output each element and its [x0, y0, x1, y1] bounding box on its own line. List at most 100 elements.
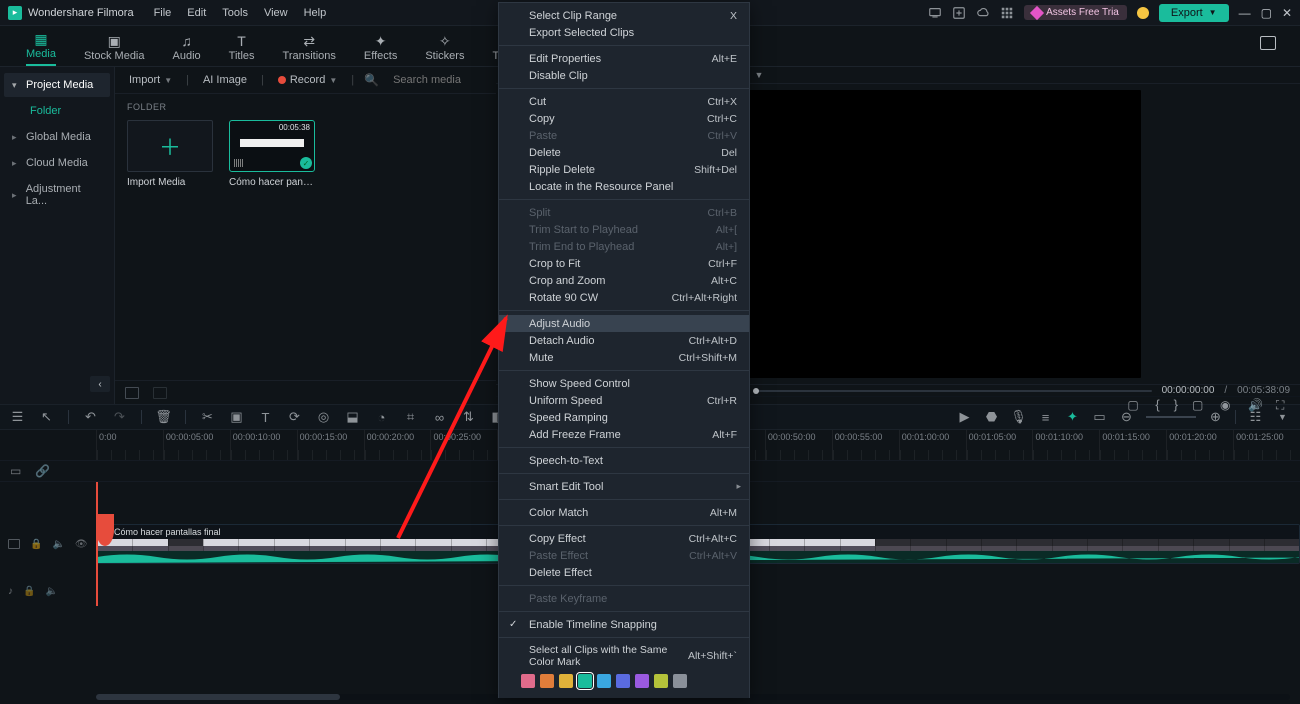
sidebar-project-media[interactable]: ▾Project Media [4, 73, 110, 97]
mixer-icon[interactable]: ≡ [1038, 410, 1053, 425]
motion-icon[interactable]: ◎ [316, 410, 331, 425]
ctx-cut[interactable]: CutCtrl+X [499, 93, 749, 110]
module-tab-media[interactable]: ▦Media [26, 32, 56, 66]
adjust-icon[interactable]: ⇅ [461, 410, 476, 425]
window-minimize[interactable]: — [1239, 6, 1251, 20]
zoom-slider[interactable] [1146, 416, 1196, 418]
color-swatch[interactable] [540, 674, 554, 688]
cloud-icon[interactable] [976, 6, 990, 20]
ctx-speech-to-text[interactable]: Speech-to-Text [499, 452, 749, 469]
ctx-locate-in-the-resource-panel[interactable]: Locate in the Resource Panel [499, 178, 749, 195]
ctx-export-selected-clips[interactable]: Export Selected Clips [499, 24, 749, 41]
zoom-in-icon[interactable]: ⊕ [1208, 410, 1223, 425]
ai-image-button[interactable]: AI Image [199, 74, 251, 86]
menu-file[interactable]: File [154, 7, 172, 19]
ctx-edit-properties[interactable]: Edit PropertiesAlt+E [499, 50, 749, 67]
ctx-adjust-audio[interactable]: Adjust Audio [499, 315, 749, 332]
preview-source-dropdown[interactable]: ▼ [748, 67, 770, 83]
link-audio-icon[interactable]: 🔗 [35, 464, 50, 478]
module-tab-stock-media[interactable]: ▣Stock Media [84, 34, 145, 66]
color-swatch[interactable] [635, 674, 649, 688]
menu-help[interactable]: Help [304, 7, 327, 19]
mute-track-icon[interactable]: 🔈 [52, 539, 64, 550]
split-icon[interactable]: ✂ [200, 410, 215, 425]
marker-icon[interactable]: ⬣ [984, 410, 999, 425]
device-icon[interactable] [928, 6, 942, 20]
tracking-icon[interactable]: ∞ [432, 410, 447, 425]
ctx-ripple-delete[interactable]: Ripple DeleteShift+Del [499, 161, 749, 178]
color-swatch[interactable] [597, 674, 611, 688]
ctx-show-speed-control[interactable]: Show Speed Control [499, 375, 749, 392]
crop-icon[interactable]: ▣ [229, 410, 244, 425]
delete-icon[interactable]: 🗑 [156, 410, 171, 425]
ctx-crop-to-fit[interactable]: Crop to FitCtrl+F [499, 255, 749, 272]
import-dropdown[interactable]: Import▼ [125, 74, 176, 86]
ctx-smart-edit-tool[interactable]: Smart Edit Tool [499, 478, 749, 495]
ctx-enable-timeline-snapping[interactable]: ✓Enable Timeline Snapping [499, 616, 749, 633]
assets-trial-button[interactable]: Assets Free Tria [1024, 5, 1127, 20]
zoom-out-icon[interactable]: ⊖ [1119, 410, 1134, 425]
quality-icon[interactable]: ▢ [1192, 398, 1206, 412]
mute-track-icon[interactable]: 🔈 [45, 586, 57, 597]
window-maximize[interactable]: ▢ [1261, 6, 1272, 20]
module-tab-audio[interactable]: ♫Audio [173, 34, 201, 66]
color-swatch[interactable] [559, 674, 573, 688]
color-swatch[interactable] [673, 674, 687, 688]
color-swatch[interactable] [654, 674, 668, 688]
lock-icon[interactable]: 🔒 [23, 586, 35, 597]
account-avatar[interactable] [1137, 7, 1149, 19]
ctx-color-match[interactable]: Color MatchAlt+M [499, 504, 749, 521]
ctx-uniform-speed[interactable]: Uniform SpeedCtrl+R [499, 392, 749, 409]
new-folder-icon[interactable] [125, 387, 139, 399]
aspect-ratio-icon[interactable] [1260, 36, 1276, 50]
grid-apps-icon[interactable] [1000, 6, 1014, 20]
ctx-add-freeze-frame[interactable]: Add Freeze FrameAlt+F [499, 426, 749, 443]
ctx-select-clip-range[interactable]: Select Clip RangeX [499, 7, 749, 24]
undo-icon[interactable]: ↶ [83, 410, 98, 425]
ctx-speed-ramping[interactable]: Speed Ramping [499, 409, 749, 426]
menu-edit[interactable]: Edit [187, 7, 206, 19]
ctx-delete[interactable]: DeleteDel [499, 144, 749, 161]
media-clip-card[interactable]: 00:05:38 ✓ Cómo hacer pantallas ... [229, 120, 315, 188]
sidebar-global-media[interactable]: ▸Global Media [4, 125, 110, 149]
focus-icon[interactable]: ⌗ [403, 410, 418, 425]
keyframe-down-icon[interactable]: ⬓ [345, 410, 360, 425]
render-icon[interactable]: ▭ [1092, 410, 1107, 425]
window-close[interactable]: ✕ [1282, 6, 1292, 20]
module-tab-stickers[interactable]: ✧Stickers [425, 34, 464, 66]
ctx-copy[interactable]: CopyCtrl+C [499, 110, 749, 127]
playhead[interactable] [96, 514, 114, 546]
sidebar-adjustment-layer[interactable]: ▸Adjustment La... [4, 177, 110, 213]
module-tab-effects[interactable]: ✦Effects [364, 34, 397, 66]
ctx-copy-effect[interactable]: Copy EffectCtrl+Alt+C [499, 530, 749, 547]
ctx-detach-audio[interactable]: Detach AudioCtrl+Alt+D [499, 332, 749, 349]
menu-view[interactable]: View [264, 7, 288, 19]
record-dropdown[interactable]: Record▼ [274, 74, 341, 86]
ctx-delete-effect[interactable]: Delete Effect [499, 564, 749, 581]
lock-icon[interactable]: 🔒 [30, 539, 42, 550]
save-snapshot-icon[interactable] [952, 6, 966, 20]
sidebar-folder[interactable]: Folder [4, 99, 110, 123]
visibility-icon[interactable]: 👁 [75, 539, 88, 550]
global-lock-icon[interactable]: ▭ [10, 464, 21, 478]
sliders-icon[interactable]: ☰ [10, 410, 25, 425]
search-input[interactable] [393, 74, 486, 86]
track-size-caret[interactable]: ▼ [1275, 410, 1290, 425]
sidebar-collapse[interactable]: ‹ [90, 376, 110, 392]
color-swatch[interactable] [521, 674, 535, 688]
export-button[interactable]: Export▼ [1159, 4, 1229, 22]
mark-out-icon[interactable]: } [1174, 397, 1178, 412]
ctx-mute[interactable]: MuteCtrl+Shift+M [499, 349, 749, 366]
menu-tools[interactable]: Tools [222, 7, 248, 19]
pointer-icon[interactable]: ↖ [39, 410, 54, 425]
text-icon[interactable]: T [258, 410, 273, 425]
sidebar-cloud-media[interactable]: ▸Cloud Media [4, 151, 110, 175]
ctx-crop-and-zoom[interactable]: Crop and ZoomAlt+C [499, 272, 749, 289]
scrub-bar[interactable] [756, 390, 1152, 392]
redo-icon[interactable]: ↷ [112, 410, 127, 425]
ctx-disable-clip[interactable]: Disable Clip [499, 67, 749, 84]
track-size-icon[interactable]: ☷ [1248, 410, 1263, 425]
rotate-speed-icon[interactable]: ⟳ [287, 410, 302, 425]
mic-icon[interactable]: 🎙 [1011, 410, 1026, 425]
ctx-rotate-90-cw[interactable]: Rotate 90 CWCtrl+Alt+Right [499, 289, 749, 306]
